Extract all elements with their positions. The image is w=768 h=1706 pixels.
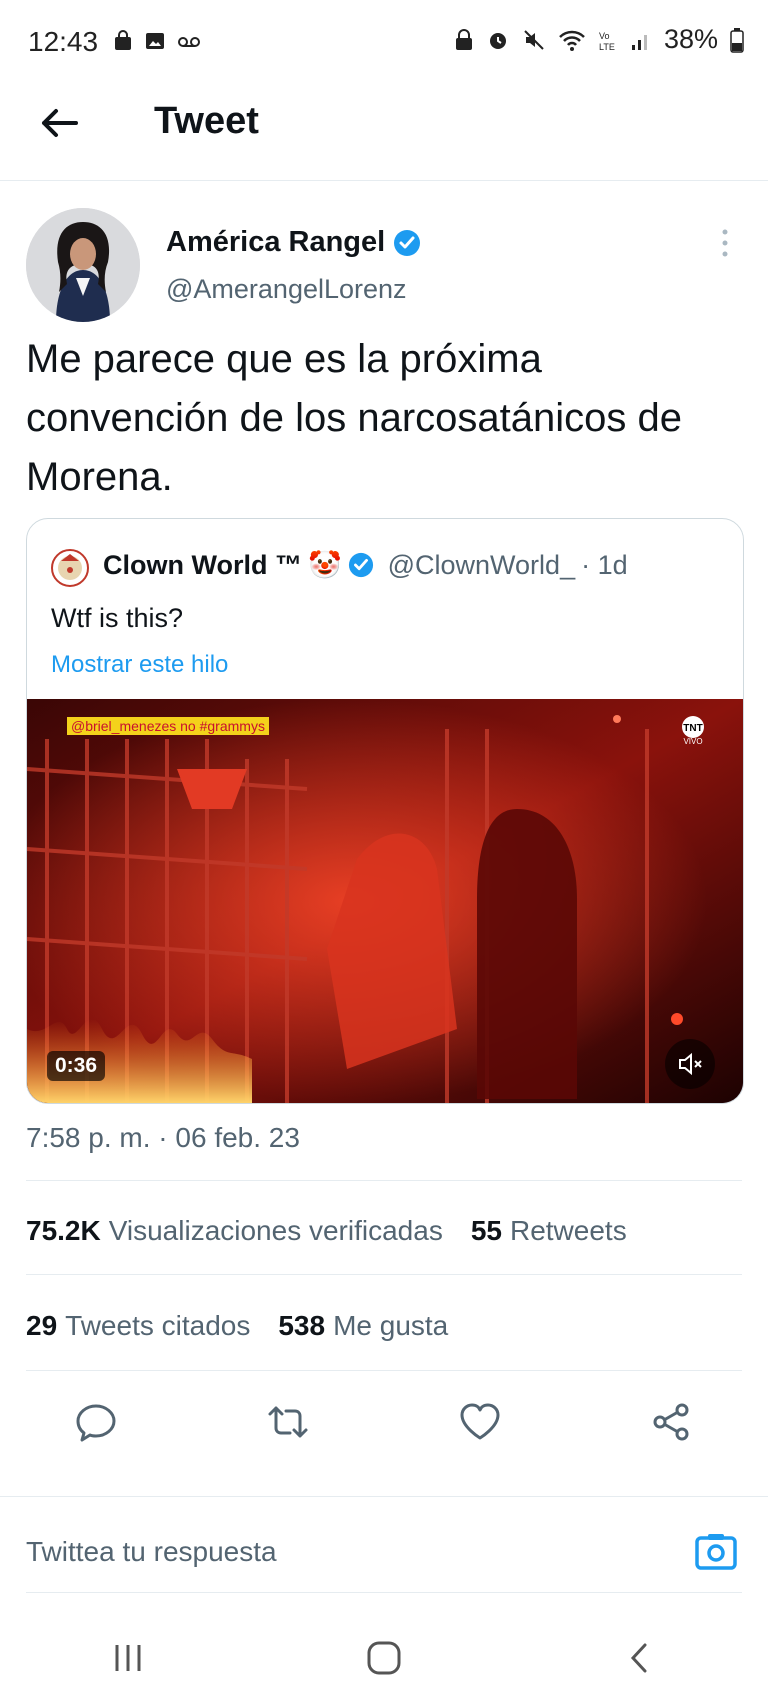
chevron-left-icon <box>623 1641 657 1675</box>
divider <box>26 1274 742 1275</box>
author-handle[interactable]: @AmerangelLorenz <box>166 274 407 305</box>
home-icon <box>366 1640 402 1676</box>
video-frame <box>27 699 743 1103</box>
tweet-timestamp: 7:58 p. m. · 06 feb. 23 <box>26 1122 300 1153</box>
more-options-button[interactable] <box>714 226 736 260</box>
quoted-tweet-card[interactable]: Clown World ™ 🤡 @ClownWorld_ · 1d Wtf is… <box>26 518 744 1104</box>
more-vertical-icon <box>714 226 736 260</box>
alarm-icon <box>486 28 510 52</box>
author-avatar[interactable] <box>26 208 140 322</box>
home-button[interactable] <box>354 1628 414 1688</box>
quotes-count: 29 <box>26 1310 58 1341</box>
battery-percent: 38% <box>663 24 718 54</box>
share-icon <box>648 1398 696 1446</box>
retweet-button[interactable] <box>264 1398 312 1446</box>
reply-divider <box>0 1496 768 1497</box>
svg-text:LTE: LTE <box>599 42 615 52</box>
lock-icon <box>454 28 474 52</box>
likes-stat[interactable]: 538 Me gusta <box>278 1310 448 1342</box>
system-nav-bar <box>0 1610 768 1706</box>
signal-icon <box>630 29 652 51</box>
author-name[interactable]: América Rangel <box>166 226 385 259</box>
shopping-bag-icon <box>112 30 134 52</box>
stats-row-1: 75.2K Visualizaciones verificadas 55 Retwe… <box>26 1215 627 1247</box>
retweets-label: Retweets <box>509 1215 627 1246</box>
reply-button[interactable] <box>72 1398 120 1446</box>
header-divider <box>0 180 768 181</box>
camera-button[interactable] <box>692 1528 740 1576</box>
tnt-logo-text: TNT <box>683 723 702 734</box>
quoted-age: · 1d <box>581 549 628 580</box>
mute-icon <box>522 28 546 52</box>
quoted-header: Clown World ™ 🤡 @ClownWorld_ · 1d <box>103 549 628 581</box>
tnt-logo: TNT VIVO <box>673 715 713 745</box>
system-back-button[interactable] <box>610 1628 670 1688</box>
retweet-icon <box>264 1398 312 1446</box>
verified-badge-icon <box>393 229 421 257</box>
author-name-row[interactable]: América Rangel <box>166 226 421 259</box>
views-label: Visualizaciones verificadas <box>108 1215 443 1246</box>
quoted-avatar <box>51 549 89 587</box>
retweets-count: 55 <box>470 1215 502 1246</box>
status-right: Vo LTE 38% <box>454 24 744 55</box>
page-title: Tweet <box>154 100 259 142</box>
status-left-icons <box>112 30 202 52</box>
quotes-stat[interactable]: 29 Tweets citados <box>26 1310 250 1342</box>
battery-icon <box>730 27 744 53</box>
likes-count: 538 <box>278 1310 326 1341</box>
video-caption: @briel_menezes no #grammys <box>67 717 269 735</box>
video-player[interactable]: @briel_menezes no #grammys TNT VIVO 0:36 <box>27 699 743 1103</box>
quoted-text: Wtf is this? <box>51 603 184 633</box>
views-count: 75.2K <box>26 1215 101 1246</box>
voicemail-icon <box>176 30 202 52</box>
likes-label: Me gusta <box>333 1310 449 1341</box>
wifi-icon <box>558 28 586 52</box>
tweet-text: Me parece que es la próxima convención d… <box>26 337 682 499</box>
retweets-stat[interactable]: 55 Retweets <box>471 1215 627 1247</box>
share-button[interactable] <box>648 1398 696 1446</box>
camera-icon <box>692 1528 740 1576</box>
bottom-divider <box>26 1592 742 1593</box>
divider <box>26 1180 742 1181</box>
quoted-name: Clown World ™ <box>103 549 302 580</box>
recent-apps-button[interactable] <box>98 1628 158 1688</box>
back-button[interactable] <box>36 100 82 146</box>
heart-icon <box>456 1398 504 1446</box>
mute-toggle-button[interactable] <box>665 1039 715 1089</box>
views-stat[interactable]: 75.2K Visualizaciones verificadas <box>26 1215 443 1247</box>
stats-row-2: 29 Tweets citados 538 Me gusta <box>26 1310 448 1342</box>
tnt-logo-sub: VIVO <box>683 737 702 745</box>
quoted-handle: @ClownWorld_ <box>387 549 576 580</box>
clown-emoji: 🤡 <box>307 550 342 580</box>
gallery-icon <box>144 30 166 52</box>
show-thread-link[interactable]: Mostrar este hilo <box>51 651 228 679</box>
svg-text:Vo: Vo <box>599 31 610 41</box>
quoted-verified-badge-icon <box>348 552 374 578</box>
reply-input[interactable]: Twittea tu respuesta <box>26 1536 277 1568</box>
recent-apps-icon <box>111 1641 145 1675</box>
reply-icon <box>72 1398 120 1446</box>
volte-icon: Vo LTE <box>598 28 618 52</box>
status-time: 12:43 <box>28 26 99 57</box>
quotes-label: Tweets citados <box>65 1310 251 1341</box>
arrow-left-icon <box>36 100 82 146</box>
video-duration: 0:36 <box>47 1051 106 1081</box>
like-button[interactable] <box>456 1398 504 1446</box>
volume-muted-icon <box>676 1050 704 1078</box>
divider <box>26 1370 742 1371</box>
